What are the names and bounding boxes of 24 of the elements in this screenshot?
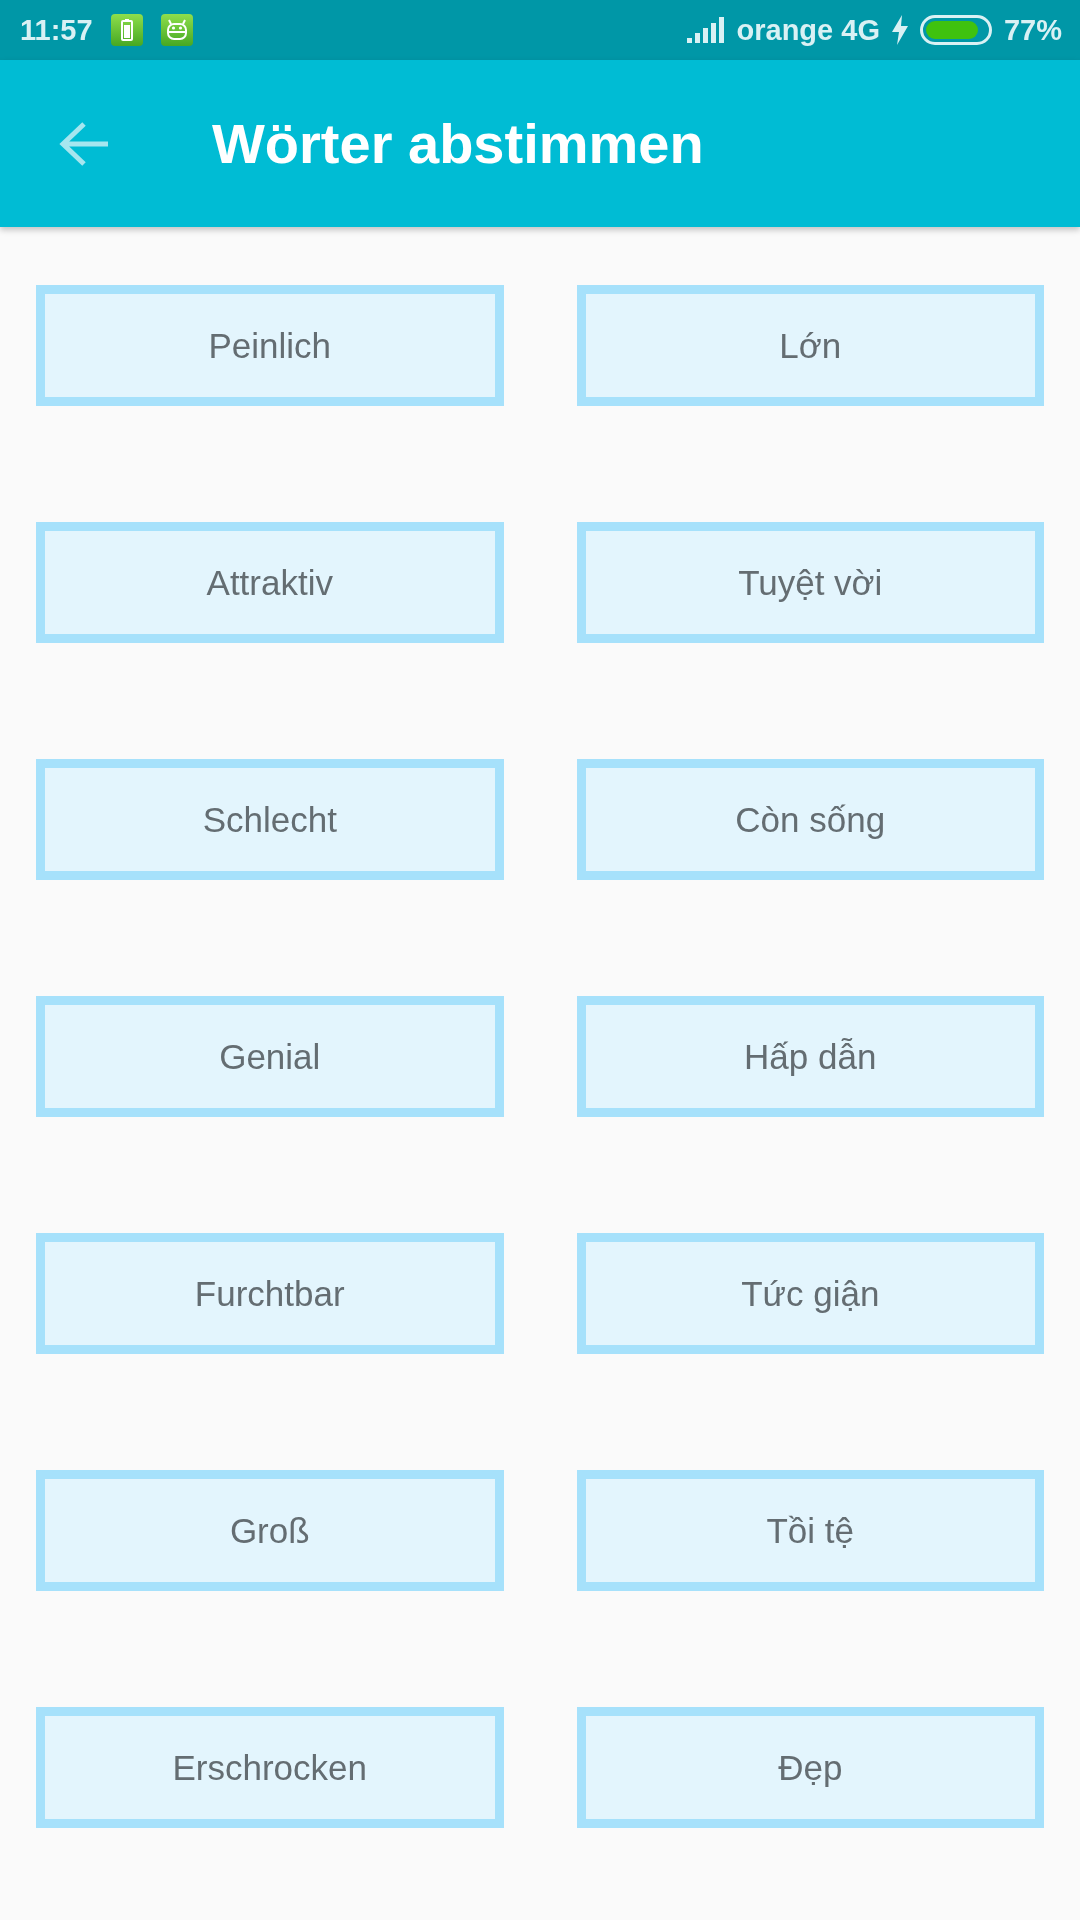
word-card[interactable]: Attraktiv	[36, 522, 504, 643]
screen-title: Wörter abstimmen	[212, 111, 704, 176]
word-card[interactable]: Erschrocken	[36, 1707, 504, 1828]
word-card[interactable]: Schlecht	[36, 759, 504, 880]
word-card[interactable]: Tức giận	[576, 1233, 1044, 1354]
word-card[interactable]: Groß	[36, 1470, 504, 1591]
carrier-label: orange 4G	[736, 13, 880, 47]
battery-app-icon	[110, 14, 143, 46]
battery-icon	[919, 15, 992, 45]
word-card[interactable]: Genial	[36, 996, 504, 1117]
word-card[interactable]: Tuyệt vời	[576, 522, 1044, 643]
word-card[interactable]: Furchtbar	[36, 1233, 504, 1354]
robot-app-icon	[160, 14, 193, 46]
word-card[interactable]: Đẹp	[576, 1707, 1044, 1828]
word-card[interactable]: Còn sống	[576, 759, 1044, 880]
word-card[interactable]: Tồi tệ	[576, 1470, 1044, 1591]
word-card[interactable]: Lớn	[576, 285, 1044, 406]
status-time: 11:57	[20, 13, 93, 47]
word-card[interactable]: Peinlich	[36, 285, 504, 406]
charging-bolt-icon	[891, 15, 908, 45]
battery-percentage: 77%	[1003, 13, 1062, 47]
word-card[interactable]: Hấp dẫn	[576, 996, 1044, 1117]
back-arrow-icon	[58, 120, 110, 167]
signal-icon	[686, 17, 725, 43]
